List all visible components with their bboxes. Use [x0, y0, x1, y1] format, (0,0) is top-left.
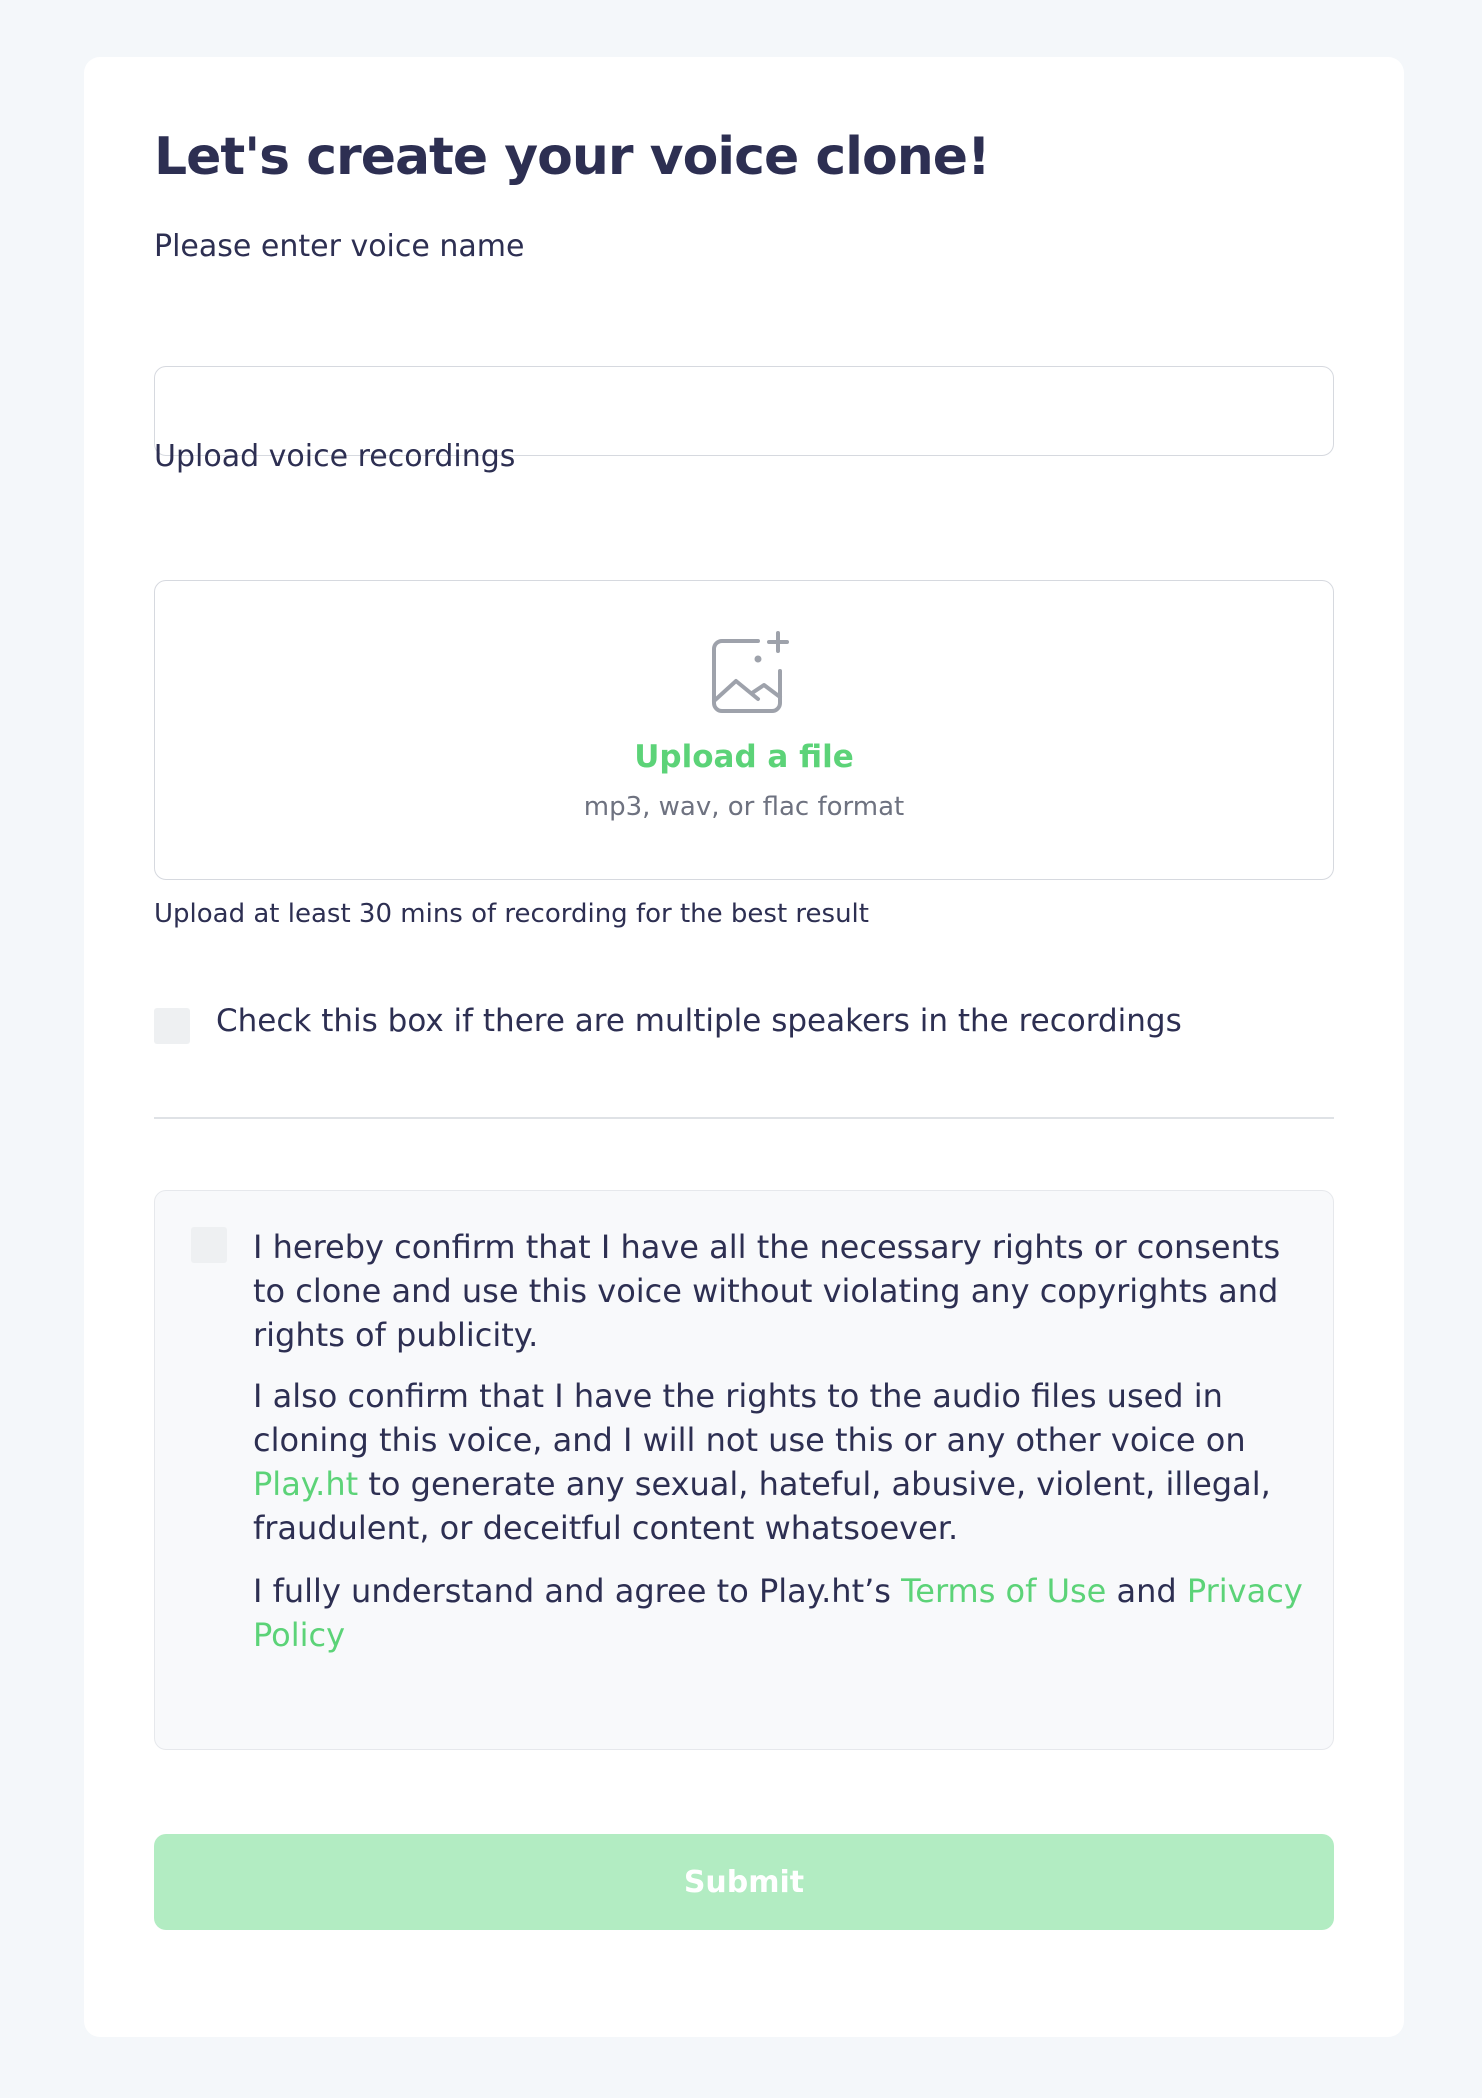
upload-dropzone[interactable]: Upload a file mp3, wav, or flac format — [154, 580, 1334, 880]
submit-button[interactable]: Submit — [154, 1834, 1334, 1930]
consent-p2-text-end: to generate any sexual, hateful, abusive… — [253, 1465, 1271, 1547]
voice-name-label: Please enter voice name — [154, 229, 525, 264]
consent-paragraph-3: I fully understand and agree to Play.ht’… — [253, 1569, 1303, 1657]
upload-label: Upload voice recordings — [154, 439, 516, 474]
multi-speaker-checkbox[interactable] — [154, 1008, 190, 1044]
consent-p2-text: I also confirm that I have the rights to… — [253, 1377, 1246, 1459]
multi-speaker-label[interactable]: Check this box if there are multiple spe… — [216, 1003, 1182, 1039]
divider — [154, 1117, 1334, 1119]
upload-format-hint: mp3, wav, or flac format — [583, 792, 905, 822]
page-title: Let's create your voice clone! — [154, 127, 991, 187]
playht-link[interactable]: Play.ht — [253, 1465, 358, 1503]
consent-checkbox[interactable] — [191, 1227, 227, 1263]
consent-box: I hereby confirm that I have all the nec… — [154, 1190, 1334, 1750]
image-plus-icon — [712, 631, 789, 713]
consent-p3-text: I fully understand and agree to Play.ht’… — [253, 1572, 902, 1610]
consent-p3-and: and — [1106, 1572, 1187, 1610]
upload-helper-text: Upload at least 30 mins of recording for… — [154, 899, 869, 929]
consent-paragraph-1: I hereby confirm that I have all the nec… — [253, 1228, 1281, 1354]
consent-paragraph-2: I also confirm that I have the rights to… — [253, 1374, 1303, 1550]
upload-file-link[interactable]: Upload a file — [155, 739, 1333, 775]
terms-of-use-link[interactable]: Terms of Use — [901, 1572, 1106, 1610]
voice-clone-card: Let's create your voice clone! Please en… — [84, 57, 1404, 2037]
